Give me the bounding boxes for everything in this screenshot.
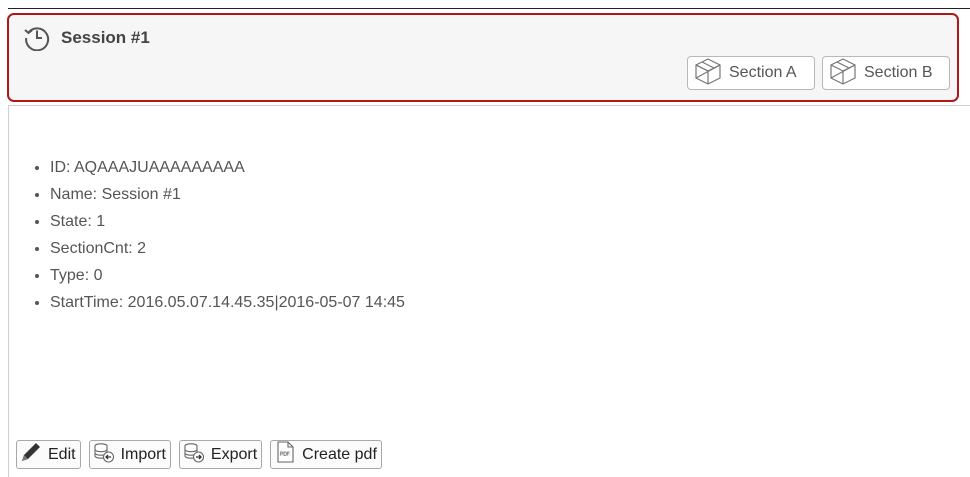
- cube-icon: [828, 56, 864, 91]
- list-item-start-time: StartTime: 2016.05.07.14.45.35|2016-05-0…: [50, 289, 405, 316]
- edit-label: Edit: [48, 445, 76, 463]
- section-a-button[interactable]: Section A: [687, 56, 815, 90]
- session-header-panel: Session #1 Section A Section B: [7, 13, 959, 102]
- database-export-icon: [182, 440, 211, 469]
- session-details-panel: ID: AQAAAJUAAAAAAAAA Name: Session #1 St…: [8, 105, 970, 477]
- export-button[interactable]: Export: [178, 440, 263, 469]
- section-b-label: Section B: [864, 64, 933, 81]
- session-info-list: ID: AQAAAJUAAAAAAAAA Name: Session #1 St…: [33, 154, 405, 316]
- action-toolbar: Edit Import Export Create pdf: [16, 440, 382, 469]
- database-import-icon: [92, 440, 121, 469]
- cube-icon: [693, 56, 729, 91]
- pencil-icon: [19, 440, 48, 469]
- session-title: Session #1: [61, 28, 150, 47]
- edit-button[interactable]: Edit: [16, 440, 81, 469]
- create-pdf-label: Create pdf: [302, 445, 377, 463]
- list-item-id: ID: AQAAAJUAAAAAAAAA: [50, 154, 405, 181]
- pdf-file-icon: [273, 440, 302, 469]
- import-button[interactable]: Import: [88, 440, 171, 469]
- import-label: Import: [120, 445, 166, 463]
- history-clock-icon: [23, 23, 51, 52]
- list-item-name: Name: Session #1: [50, 181, 405, 208]
- create-pdf-button[interactable]: Create pdf: [270, 440, 382, 469]
- section-a-label: Section A: [729, 64, 797, 81]
- list-item-section-count: SectionCnt: 2: [50, 235, 405, 262]
- top-divider: [8, 8, 970, 9]
- export-label: Export: [210, 445, 258, 463]
- list-item-type: Type: 0: [50, 262, 405, 289]
- list-item-state: State: 1: [50, 208, 405, 235]
- section-b-button[interactable]: Section B: [822, 56, 950, 90]
